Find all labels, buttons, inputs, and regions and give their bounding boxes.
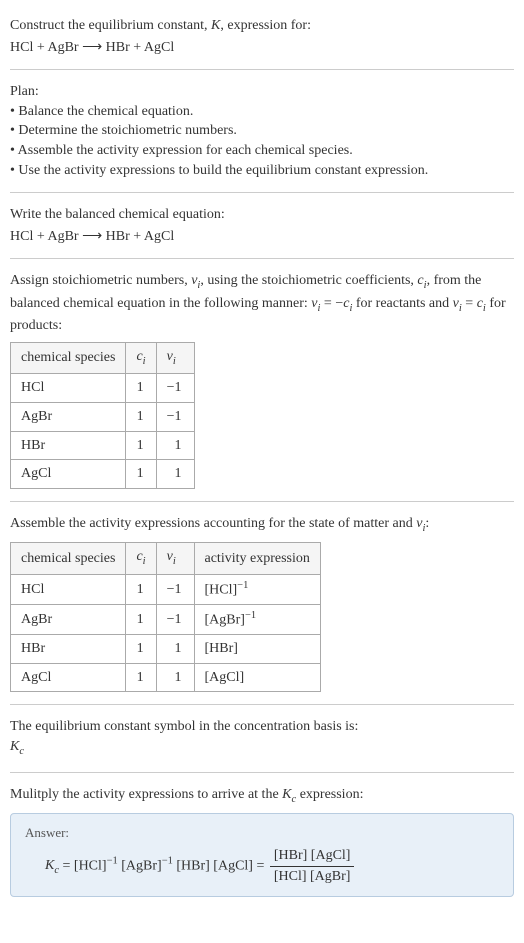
plan-title: Plan: [10,82,514,102]
divider [10,772,514,773]
activity-table: chemical species ci νi activity expressi… [10,542,321,692]
divider [10,69,514,70]
table-row: AgBr 1 −1 [AgBr]−1 [11,604,321,634]
activity-section: Assemble the activity expressions accoun… [10,506,514,701]
cell-species: AgBr [11,604,126,634]
cell-ci: 1 [126,402,156,431]
cell-species: AgCl [11,663,126,692]
cell-activity: [HCl]−1 [194,574,320,604]
plan-item: Assemble the activity expression for eac… [10,141,514,161]
cell-species: HCl [11,374,126,403]
prompt-prefix: Construct the equilibrium constant, K, e… [10,18,311,33]
plan-item: Balance the chemical equation. [10,102,514,122]
col-vi: νi [156,543,194,574]
balanced-section: Write the balanced chemical equation: HC… [10,197,514,254]
table-row: AgBr 1 −1 [11,402,195,431]
cell-species: AgBr [11,402,126,431]
table-header-row: chemical species ci νi activity expressi… [11,543,321,574]
cell-ci: 1 [126,604,156,634]
cell-vi: −1 [156,604,194,634]
stoich-intro: Assign stoichiometric numbers, νi, using… [10,271,514,336]
activity-intro: Assemble the activity expressions accoun… [10,514,514,536]
cell-activity: [AgBr]−1 [194,604,320,634]
stoich-table: chemical species ci νi HCl 1 −1 AgBr 1 −… [10,342,195,489]
cell-ci: 1 [126,431,156,460]
cell-vi: −1 [156,374,194,403]
answer-label: Answer: [25,824,499,842]
table-row: HBr 1 1 [11,431,195,460]
col-activity: activity expression [194,543,320,574]
symbol-title: The equilibrium constant symbol in the c… [10,717,514,737]
divider [10,258,514,259]
table-row: HCl 1 −1 [HCl]−1 [11,574,321,604]
cell-ci: 1 [126,574,156,604]
cell-species: AgCl [11,460,126,489]
plan-list: Balance the chemical equation. Determine… [10,102,514,180]
stoich-section: Assign stoichiometric numbers, νi, using… [10,263,514,496]
col-vi: νi [156,342,194,373]
table-row: HCl 1 −1 [11,374,195,403]
cell-ci: 1 [126,663,156,692]
cell-ci: 1 [126,374,156,403]
cell-ci: 1 [126,460,156,489]
cell-activity: [AgCl] [194,663,320,692]
col-species: chemical species [11,543,126,574]
header-section: Construct the equilibrium constant, K, e… [10,8,514,65]
multiply-section: Mulitply the activity expressions to arr… [10,777,514,906]
col-species: chemical species [11,342,126,373]
balanced-title: Write the balanced chemical equation: [10,205,514,225]
kc-symbol: Kc [10,737,514,759]
cell-vi: 1 [156,431,194,460]
cell-species: HBr [11,431,126,460]
table-row: HBr 1 1 [HBr] [11,635,321,664]
answer-expression: Kc = [HCl]−1 [AgBr]−1 [HBr] [AgCl] = [HB… [25,846,499,886]
cell-species: HBr [11,635,126,664]
symbol-section: The equilibrium constant symbol in the c… [10,709,514,767]
divider [10,704,514,705]
plan-item: Determine the stoichiometric numbers. [10,121,514,141]
col-ci: ci [126,342,156,373]
table-row: AgCl 1 1 [AgCl] [11,663,321,692]
cell-activity: [HBr] [194,635,320,664]
plan-section: Plan: Balance the chemical equation. Det… [10,74,514,188]
cell-species: HCl [11,574,126,604]
divider [10,192,514,193]
header-equation: HCl + AgBr ⟶ HBr + AgCl [10,38,514,58]
plan-item: Use the activity expressions to build th… [10,161,514,181]
cell-vi: −1 [156,402,194,431]
cell-vi: 1 [156,635,194,664]
answer-box: Answer: Kc = [HCl]−1 [AgBr]−1 [HBr] [AgC… [10,813,514,897]
multiply-title: Mulitply the activity expressions to arr… [10,785,514,807]
cell-ci: 1 [126,635,156,664]
divider [10,501,514,502]
balanced-equation: HCl + AgBr ⟶ HBr + AgCl [10,227,514,247]
col-ci: ci [126,543,156,574]
cell-vi: 1 [156,460,194,489]
table-header-row: chemical species ci νi [11,342,195,373]
prompt-text: Construct the equilibrium constant, K, e… [10,16,514,36]
table-row: AgCl 1 1 [11,460,195,489]
cell-vi: −1 [156,574,194,604]
cell-vi: 1 [156,663,194,692]
